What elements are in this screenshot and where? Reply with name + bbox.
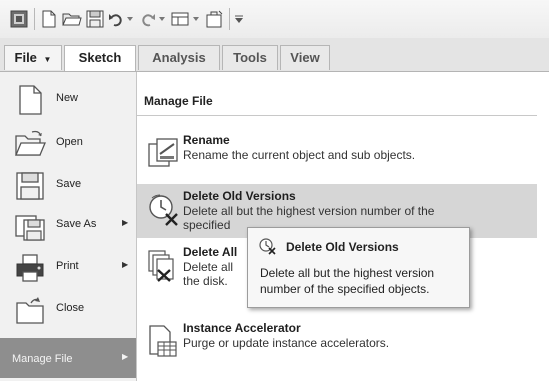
manage-item-description-line: specified [183, 218, 231, 232]
menu-item-label: Save As [56, 218, 97, 230]
menu-item-label: Open [56, 136, 83, 148]
manage-item-description: Rename the current object and sub object… [183, 148, 416, 162]
menu-item-save-as[interactable]: Save As ▶ [0, 206, 136, 246]
manage-item-description-line: Delete all [183, 260, 234, 274]
manage-item-description: Purge or update instance accelerators. [183, 336, 390, 350]
open-folder-icon [15, 130, 46, 156]
tab-sketch[interactable]: Sketch [64, 45, 136, 71]
chevron-down-icon[interactable] [158, 8, 166, 30]
manage-item-description-line: Delete all but the highest version numbe… [183, 204, 435, 218]
chevron-down-icon[interactable] [192, 8, 200, 30]
menu-item-new[interactable]: New [0, 80, 136, 120]
rename-icon [148, 138, 178, 167]
tab-tools[interactable]: Tools [222, 45, 278, 70]
tab-view-label: View [290, 50, 320, 65]
manage-item-description-line: the disk. [183, 274, 228, 288]
rebuild-icon[interactable] [171, 8, 189, 30]
tooltip-title: Delete Old Versions [286, 240, 399, 254]
printer-icon [16, 254, 44, 282]
redo-icon[interactable] [140, 8, 156, 30]
menu-item-close[interactable]: Close [0, 290, 136, 330]
menu-item-label: Manage File [12, 353, 73, 365]
quick-access-toolbar [0, 0, 549, 38]
chevron-down-icon[interactable] [126, 8, 134, 30]
tab-analysis[interactable]: Analysis [138, 45, 220, 70]
file-menu: New Open Save Save As ▶ Print ▶ Close Ma… [0, 72, 137, 381]
menu-item-label: Print [56, 260, 79, 272]
customize-icon[interactable] [234, 8, 244, 30]
manage-file-header: Manage File [137, 89, 537, 116]
menu-item-label: New [56, 92, 79, 104]
instance-accelerator-icon [149, 325, 177, 357]
menu-item-label: Save [56, 178, 82, 190]
menu-item-open[interactable]: Open [0, 124, 136, 164]
page-title: Manage File [144, 94, 213, 108]
new-document-icon [19, 85, 42, 115]
app-menu-icon[interactable] [9, 8, 29, 30]
undo-icon[interactable] [108, 8, 124, 30]
chevron-down-icon: ▼ [43, 55, 52, 64]
close-folder-icon [16, 297, 44, 324]
menu-item-manage-file[interactable]: Manage File ▶ [0, 338, 136, 378]
submenu-arrow-icon: ▶ [122, 218, 129, 227]
tab-file-label: File [14, 50, 37, 65]
manage-item-title: Instance Accelerator [183, 321, 301, 335]
manage-item-rename[interactable]: Rename Rename the current object and sub… [137, 128, 537, 180]
menu-item-save[interactable]: Save [0, 166, 136, 206]
manage-item-title: Delete Old Versions [183, 189, 296, 203]
manage-item-title: Delete All [183, 245, 238, 259]
delete-old-versions-icon [259, 238, 276, 255]
manage-item-title: Rename [183, 133, 230, 147]
tab-analysis-label: Analysis [152, 50, 206, 65]
delete-all-icon [148, 250, 174, 282]
tab-tools-label: Tools [233, 50, 267, 65]
submenu-arrow-icon: ▶ [122, 352, 129, 361]
tab-view[interactable]: View [280, 45, 330, 70]
open-folder-icon[interactable] [61, 8, 83, 30]
tab-sketch-label: Sketch [78, 50, 122, 65]
delete-old-versions-icon [149, 194, 178, 226]
ribbon-tabs: File ▼ Sketch Analysis Tools View [0, 38, 549, 72]
menu-item-label: Close [56, 302, 85, 314]
menu-item-print[interactable]: Print ▶ [0, 248, 136, 288]
manage-item-instance-accelerator[interactable]: Instance Accelerator Purge or update ins… [137, 316, 537, 368]
clipboard-icon[interactable] [205, 8, 223, 30]
save-disk-icon [16, 172, 44, 200]
tooltip-description: Delete all but the highest version numbe… [260, 266, 435, 296]
tab-file[interactable]: File ▼ [4, 45, 62, 70]
new-file-icon[interactable] [39, 8, 59, 30]
save-as-icon [15, 215, 45, 241]
save-icon[interactable] [85, 8, 105, 30]
submenu-arrow-icon: ▶ [122, 260, 129, 269]
tooltip: Delete Old Versions Delete all but the h… [247, 227, 470, 308]
